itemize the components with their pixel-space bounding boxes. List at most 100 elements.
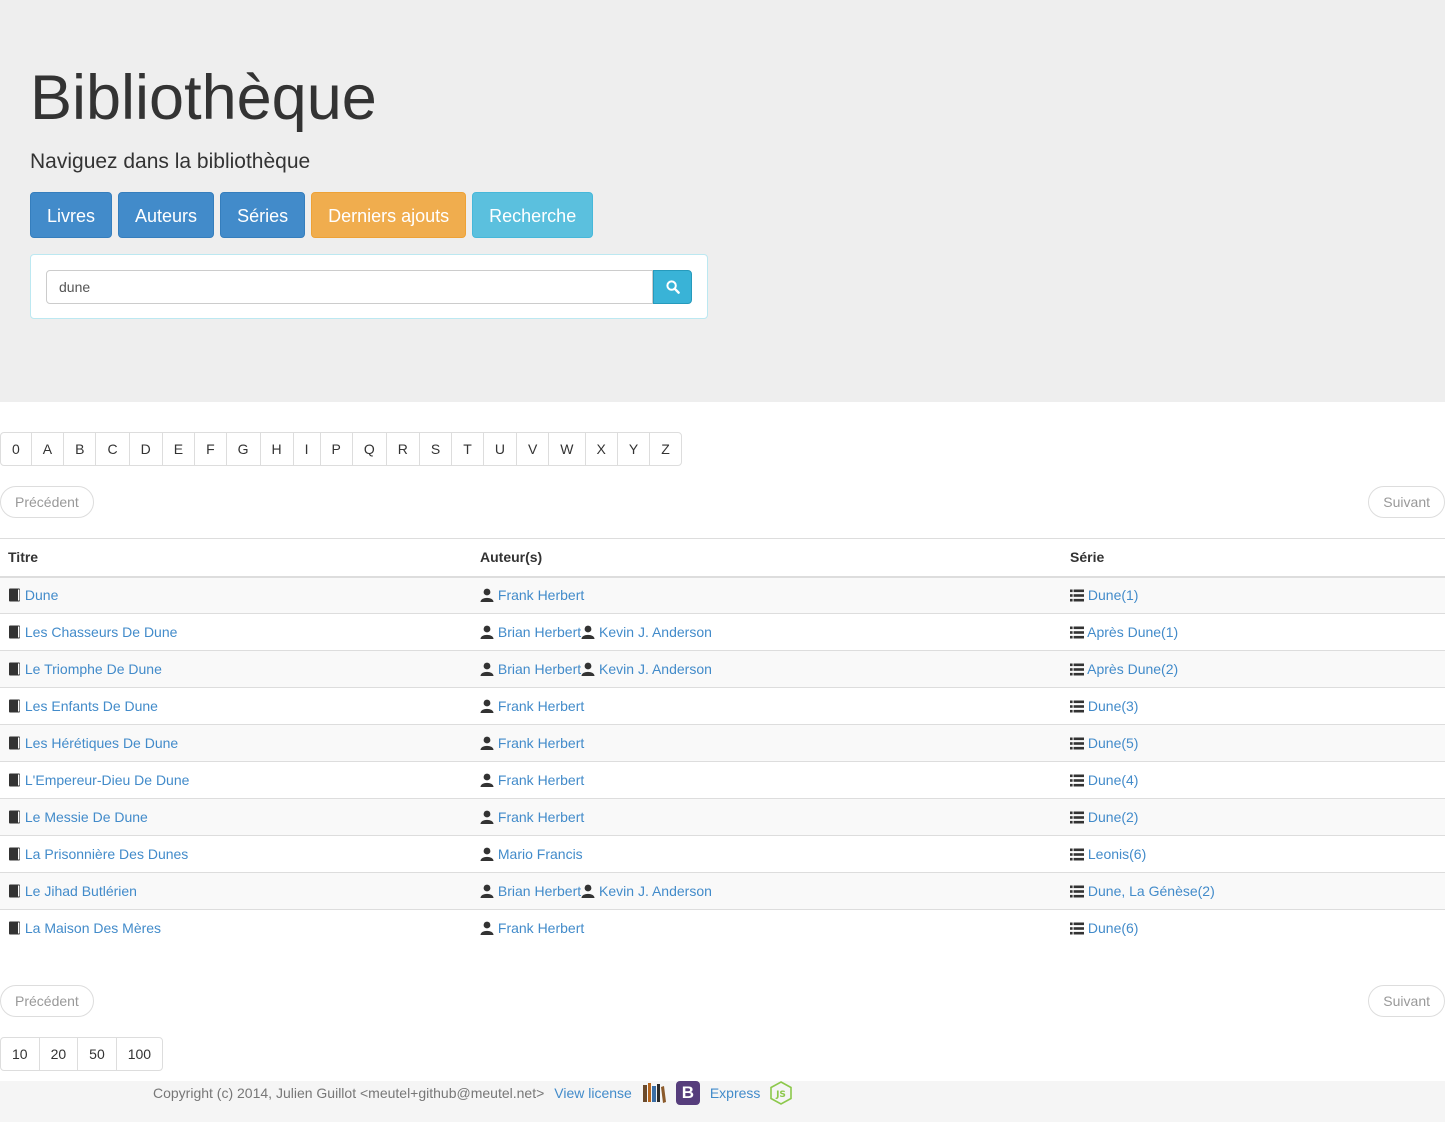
letter-i[interactable]: I <box>292 432 321 466</box>
book-title-link[interactable]: La Prisonnière Des Dunes <box>25 846 188 862</box>
table-row: Les Hérétiques De Dune Frank Herbert Dun… <box>0 724 1445 762</box>
nodejs-icon[interactable]: JS <box>770 1081 793 1105</box>
authors-cell: Frank Herbert <box>472 576 1062 614</box>
search-icon <box>665 280 680 294</box>
letter-a[interactable]: A <box>30 432 65 466</box>
author-link[interactable]: Frank Herbert <box>498 735 584 751</box>
author-link[interactable]: Brian Herbert <box>498 624 581 640</box>
page-size-50[interactable]: 50 <box>77 1037 117 1071</box>
authors-cell: Brian Herbert Kevin J. Anderson <box>472 613 1062 651</box>
letter-y[interactable]: Y <box>616 432 651 466</box>
book-title-link[interactable]: La Maison Des Mères <box>25 920 161 936</box>
series-cell: Dune, La Génèse(2) <box>1062 872 1445 910</box>
next-button-bottom[interactable]: Suivant <box>1368 985 1445 1017</box>
letter-d[interactable]: D <box>128 432 163 466</box>
series-link[interactable]: Leonis(6) <box>1088 846 1146 862</box>
series-link[interactable]: Après Dune(1) <box>1087 624 1178 640</box>
page-size-20[interactable]: 20 <box>38 1037 79 1071</box>
author-link[interactable]: Frank Herbert <box>498 772 584 788</box>
previous-button-bottom[interactable]: Précédent <box>0 985 94 1017</box>
book-title-link[interactable]: Les Chasseurs De Dune <box>25 624 178 640</box>
column-header-authors: Auteur(s) <box>472 538 1062 578</box>
author-link[interactable]: Kevin J. Anderson <box>599 883 712 899</box>
author-link[interactable]: Brian Herbert <box>498 883 581 899</box>
book-icon <box>8 698 21 714</box>
user-icon <box>480 661 494 677</box>
authors-button[interactable]: Auteurs <box>118 192 215 238</box>
letter-b[interactable]: B <box>63 432 97 466</box>
table-row: Les Enfants De Dune Frank Herbert Dune(3… <box>0 687 1445 725</box>
book-title-link[interactable]: Le Triomphe De Dune <box>25 661 162 677</box>
letter-r[interactable]: R <box>385 432 420 466</box>
search-input[interactable]: dune <box>46 270 653 304</box>
letter-v[interactable]: V <box>515 432 550 466</box>
author-link[interactable]: Mario Francis <box>498 846 583 862</box>
title-cell: Le Jihad Butlérien <box>0 872 472 910</box>
previous-button-top[interactable]: Précédent <box>0 486 94 518</box>
series-link[interactable]: Dune(3) <box>1088 698 1139 714</box>
series-cell: Dune(2) <box>1062 798 1445 836</box>
search-tab-button[interactable]: Recherche <box>472 192 594 238</box>
letter-q[interactable]: Q <box>351 432 387 466</box>
column-header-series: Série <box>1062 538 1445 578</box>
author-link[interactable]: Frank Herbert <box>498 587 584 603</box>
express-link[interactable]: Express <box>710 1085 761 1101</box>
title-cell: Les Enfants De Dune <box>0 687 472 725</box>
letter-0[interactable]: 0 <box>0 432 32 466</box>
table-row: La Prisonnière Des Dunes Mario Francis L… <box>0 835 1445 873</box>
title-cell: Dune <box>0 576 472 614</box>
book-title-link[interactable]: Dune <box>25 587 58 603</box>
user-icon <box>480 846 494 862</box>
author-link[interactable]: Brian Herbert <box>498 661 581 677</box>
letter-z[interactable]: Z <box>649 432 682 466</box>
author-link[interactable]: Kevin J. Anderson <box>599 624 712 640</box>
authors-cell: Frank Herbert <box>472 798 1062 836</box>
page-size-100[interactable]: 100 <box>115 1037 164 1071</box>
library-icon[interactable] <box>642 1082 666 1104</box>
letter-u[interactable]: U <box>482 432 517 466</box>
letter-w[interactable]: W <box>548 432 586 466</box>
series-link[interactable]: Dune(4) <box>1088 772 1139 788</box>
series-link[interactable]: Dune, La Génèse(2) <box>1088 883 1215 899</box>
book-title-link[interactable]: Le Jihad Butlérien <box>25 883 137 899</box>
letter-e[interactable]: E <box>161 432 196 466</box>
author-link[interactable]: Frank Herbert <box>498 698 584 714</box>
book-title-link[interactable]: Les Enfants De Dune <box>25 698 158 714</box>
author-link[interactable]: Frank Herbert <box>498 920 584 936</box>
letter-t[interactable]: T <box>451 432 484 466</box>
series-link[interactable]: Dune(5) <box>1088 735 1139 751</box>
bootstrap-icon[interactable]: B <box>675 1081 700 1105</box>
page-size-10[interactable]: 10 <box>0 1037 40 1071</box>
letter-h[interactable]: H <box>259 432 294 466</box>
series-cell: Dune(6) <box>1062 909 1445 947</box>
view-license-link[interactable]: View license <box>554 1085 632 1101</box>
letter-g[interactable]: G <box>225 432 261 466</box>
page-size-selector: 10 20 50 100 <box>0 1037 164 1071</box>
user-icon <box>480 698 494 714</box>
author-link[interactable]: Frank Herbert <box>498 809 584 825</box>
series-button[interactable]: Séries <box>220 192 306 238</box>
series-link[interactable]: Après Dune(2) <box>1087 661 1178 677</box>
books-button[interactable]: Livres <box>30 192 113 238</box>
list-icon <box>1070 661 1084 677</box>
letter-p[interactable]: P <box>319 432 353 466</box>
letter-s[interactable]: S <box>418 432 453 466</box>
book-title-link[interactable]: Le Messie De Dune <box>25 809 148 825</box>
user-icon <box>581 624 595 640</box>
author-link[interactable]: Kevin J. Anderson <box>599 661 712 677</box>
title-cell: La Prisonnière Des Dunes <box>0 835 472 873</box>
series-link[interactable]: Dune(2) <box>1088 809 1139 825</box>
series-link[interactable]: Dune(1) <box>1088 587 1139 603</box>
book-title-link[interactable]: L'Empereur-Dieu De Dune <box>25 772 190 788</box>
letter-c[interactable]: C <box>95 432 130 466</box>
book-title-link[interactable]: Les Hérétiques De Dune <box>25 735 178 751</box>
next-button-top[interactable]: Suivant <box>1368 486 1445 518</box>
letter-f[interactable]: F <box>194 432 227 466</box>
latest-additions-button[interactable]: Derniers ajouts <box>311 192 467 238</box>
authors-cell: Brian Herbert Kevin J. Anderson <box>472 872 1062 910</box>
search-button[interactable] <box>653 270 692 304</box>
letter-x[interactable]: X <box>584 432 618 466</box>
series-link[interactable]: Dune(6) <box>1088 920 1139 936</box>
user-icon <box>581 883 595 899</box>
user-icon <box>480 809 494 825</box>
